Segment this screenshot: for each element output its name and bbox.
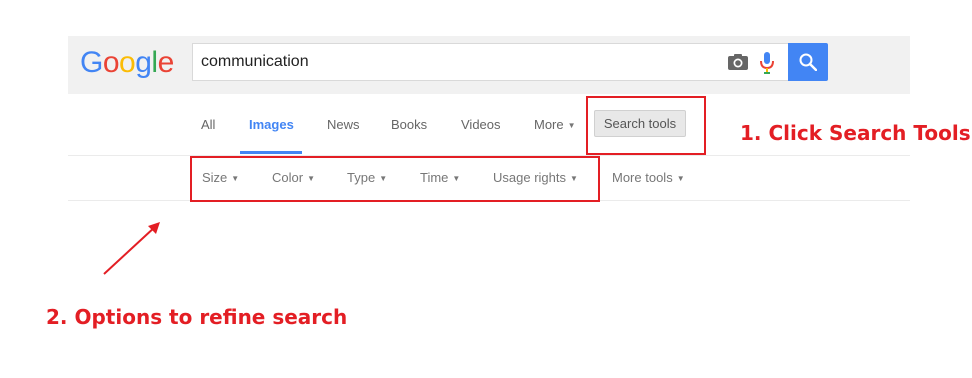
tab-news[interactable]: News: [327, 117, 360, 132]
tab-all[interactable]: All: [201, 117, 215, 132]
search-box: [192, 43, 788, 81]
tool-more-tools-label: More tools: [612, 170, 673, 185]
camera-icon[interactable]: [727, 53, 749, 71]
tab-more-label: More: [534, 117, 564, 132]
caret-down-icon: ▼: [567, 121, 576, 130]
caret-down-icon: ▼: [676, 174, 685, 183]
highlight-tool-options: [190, 156, 600, 202]
active-tab-indicator: [240, 151, 302, 154]
google-logo[interactable]: Google: [80, 45, 174, 81]
mic-icon[interactable]: [759, 51, 775, 75]
search-input[interactable]: [201, 44, 701, 80]
tab-videos[interactable]: Videos: [461, 117, 501, 132]
tab-more[interactable]: More ▼: [534, 117, 576, 132]
search-button[interactable]: [788, 43, 828, 81]
annotation-step-1: 1. Click Search Tools: [740, 121, 971, 145]
tool-more-tools[interactable]: More tools ▼: [612, 170, 685, 185]
search-icon: [799, 53, 817, 71]
annotation-step-2: 2. Options to refine search: [46, 305, 348, 329]
tab-books[interactable]: Books: [391, 117, 427, 132]
arrow-icon: [103, 222, 160, 275]
highlight-search-tools: [586, 96, 706, 155]
tab-images[interactable]: Images: [249, 117, 294, 132]
